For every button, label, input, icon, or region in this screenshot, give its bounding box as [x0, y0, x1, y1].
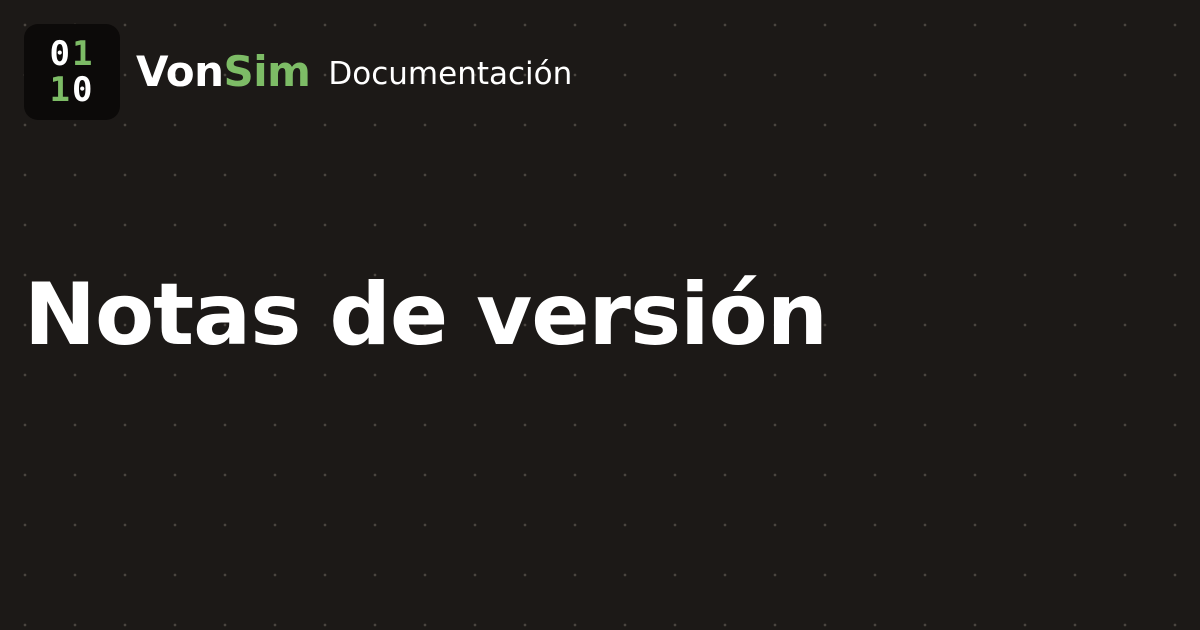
logo-bit: 0 — [49, 34, 72, 74]
brand-name-sim: Sim — [223, 47, 311, 96]
site-header: 01 10 VonSim Documentación — [24, 24, 572, 120]
brand-wordmark[interactable]: VonSim — [136, 51, 311, 93]
brand-name-von: Von — [136, 47, 224, 96]
section-label: Documentación — [328, 55, 573, 92]
logo-row-top: 01 — [50, 36, 95, 72]
vonsim-logo-icon[interactable]: 01 10 — [24, 24, 120, 120]
logo-bit: 1 — [49, 70, 72, 110]
logo-row-bottom: 10 — [50, 72, 95, 108]
page-title: Notas de versión — [24, 265, 828, 365]
logo-bit: 0 — [72, 70, 95, 110]
logo-bit: 1 — [72, 34, 95, 74]
